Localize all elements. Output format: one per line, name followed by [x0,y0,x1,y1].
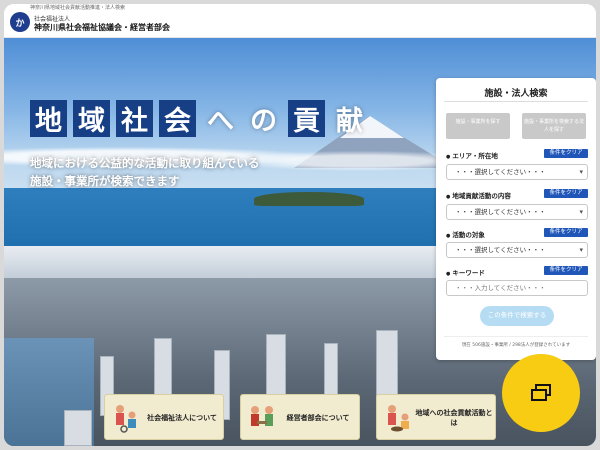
area-select[interactable]: ・・・選択してください・・・ ▾ [446,164,588,180]
hero-lead: 地域における公益的な活動に取り組んでいる 施設・事業所が検索できます [30,154,259,190]
registration-count: 現在 506施設・事業所 / 298法人が登録されています [461,343,571,348]
keyword-label: キーワード [446,267,485,277]
area-label: エリア・所在地 [446,150,498,160]
card-label: 社会福祉法人について [147,414,217,422]
card-about-social-contribution[interactable]: 地域への社会貢献活動とは [376,394,496,440]
divider [444,336,588,337]
hero-title-char: 献 [336,106,363,137]
org-name[interactable]: 神奈川県社会福祉協議会・経営者部会 [34,22,170,33]
target-label: 活動の対象 [446,229,485,239]
hero-title-char: 社 [116,100,153,137]
card-label: 経営者部会について [286,414,350,422]
site-header: か 神奈川県地域社会貢献活動推進・法人検索 社会福祉法人 神奈川県社会福祉協議会… [4,4,596,38]
search-button[interactable]: この条件で検索する [480,306,554,326]
browser-frame: か 神奈川県地域社会貢献活動推進・法人検索 社会福祉法人 神奈川県社会福祉協議会… [4,4,596,446]
windows-stack-icon [531,384,551,401]
target-select-value: ・・・選択してください・・・ [455,246,546,254]
activity-label: 地域貢献活動の内容 [446,190,511,200]
hero-title: 地 域 社 会 へ の 貢 献 [30,100,368,137]
keyword-clear-button[interactable]: 条件をクリア [544,266,588,275]
chevron-down-icon: ▾ [579,208,583,216]
card-about-social-welfare-corporation[interactable]: 社会福祉法人について [104,394,224,440]
hero-title-char: 会 [159,100,196,137]
hero-lead-line: 地域における公益的な活動に取り組んでいる [30,156,260,170]
hero-title-char: 貢 [288,100,325,137]
target-clear-button[interactable]: 条件をクリア [544,228,588,237]
hero-title-char: へ [207,106,234,137]
keyword-input[interactable] [446,280,588,296]
floating-window-button[interactable] [502,354,580,432]
area-clear-button[interactable]: 条件をクリア [544,149,588,158]
tab-search-corporation[interactable]: 施設・事業所を検索する法人を探す [522,113,586,139]
tab-search-facility[interactable]: 施設・事業所を探す [446,113,510,139]
hero-title-char: 域 [73,100,110,137]
search-panel-title: 施設・法人検索 [484,89,548,99]
hero-title-char: 地 [30,100,67,137]
activity-select[interactable]: ・・・選択してください・・・ ▾ [446,204,588,220]
hero-title-char: の [250,106,277,137]
divider [444,101,588,102]
activity-select-value: ・・・選択してください・・・ [455,208,546,216]
target-select[interactable]: ・・・選択してください・・・ ▾ [446,242,588,258]
card-about-managers-committee[interactable]: 経営者部会について [240,394,360,440]
activity-clear-button[interactable]: 条件をクリア [544,189,588,198]
area-select-value: ・・・選択してください・・・ [455,168,546,176]
logo-icon[interactable]: か [10,12,30,32]
helping-illustration-icon [388,405,409,432]
building [64,410,92,446]
search-panel: 施設・法人検索 施設・事業所を探す 施設・事業所を検索する法人を探す エリア・所… [436,78,596,360]
chevron-down-icon: ▾ [579,168,583,176]
chevron-down-icon: ▾ [579,246,583,254]
people-illustration-icon [116,405,136,433]
hero-lead-line: 施設・事業所が検索できます [30,174,180,188]
card-label: 地域への社会貢献活動とは [415,409,493,427]
header-tagline: 神奈川県地域社会貢献活動推進・法人検索 [30,5,126,11]
hero-island [254,192,364,206]
meeting-illustration-icon [251,406,273,426]
